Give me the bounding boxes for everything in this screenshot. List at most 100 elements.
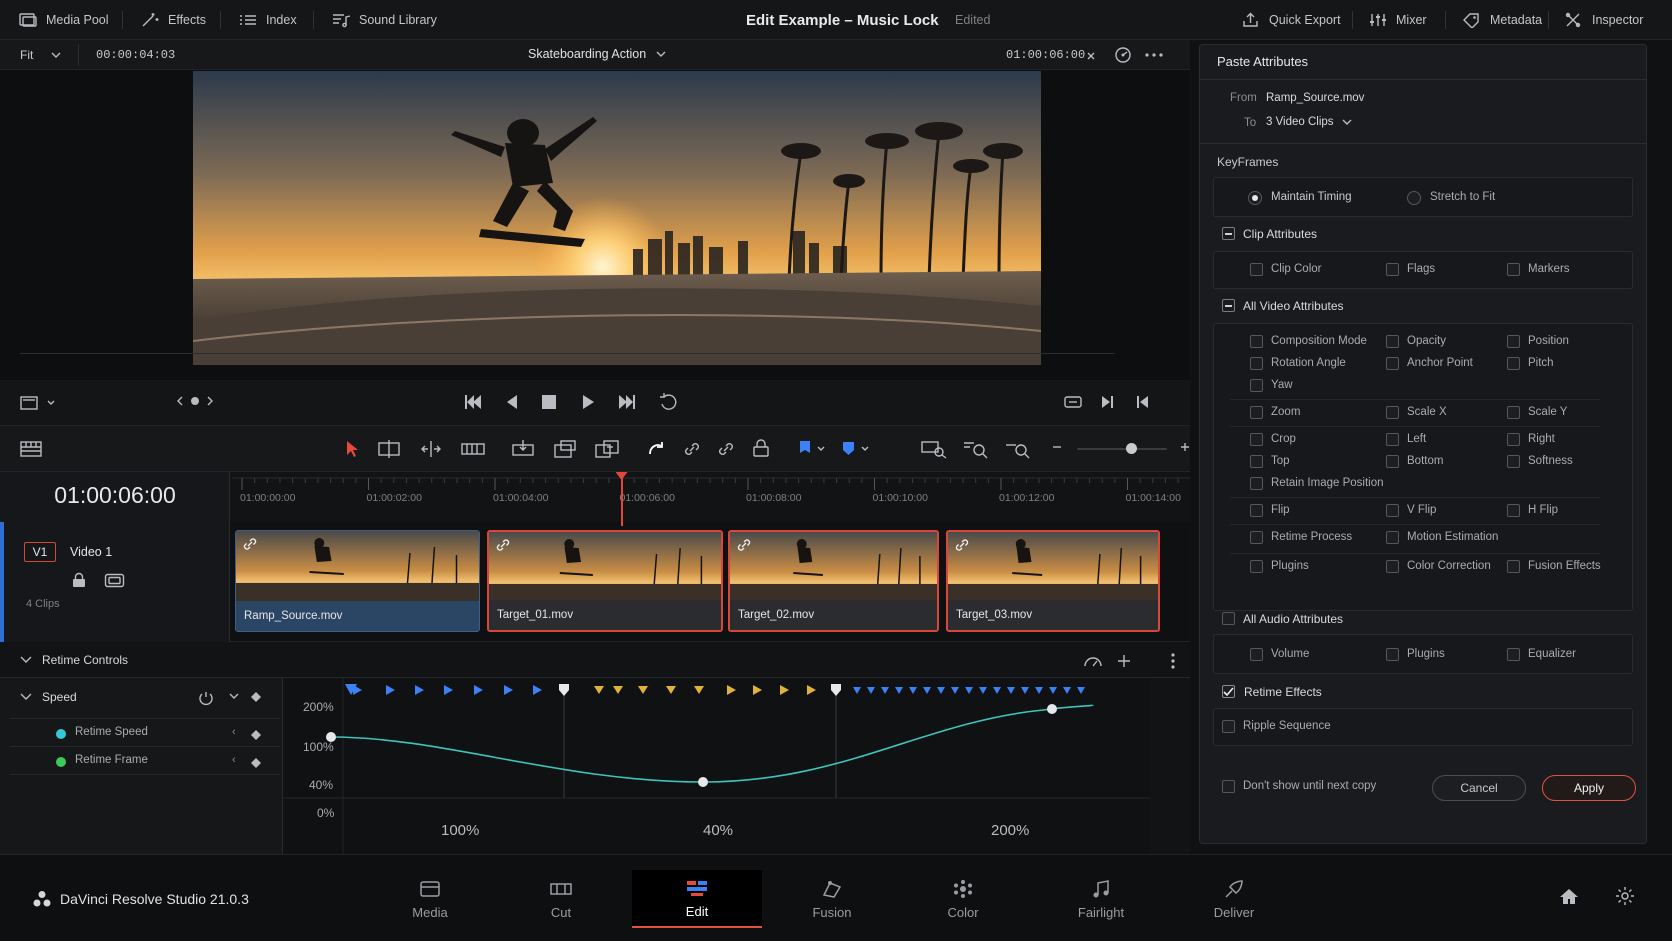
speed-point-marker[interactable] — [1049, 687, 1057, 694]
match-frame-icon[interactable] — [1063, 394, 1083, 410]
more-vertical-icon[interactable] — [1170, 652, 1176, 670]
attribute-checkbox[interactable] — [1250, 379, 1263, 392]
attribute-checkbox[interactable] — [1507, 263, 1520, 276]
attribute-label[interactable]: Composition Mode — [1271, 335, 1367, 347]
attribute-checkbox[interactable] — [1386, 648, 1399, 661]
attribute-label[interactable]: Fusion Effects — [1528, 560, 1601, 572]
attribute-checkbox[interactable] — [1250, 433, 1263, 446]
metadata-button[interactable]: Metadata — [1462, 0, 1542, 40]
dont-show-label[interactable]: Don't show until next copy — [1243, 780, 1376, 792]
speed-point-marker[interactable] — [386, 685, 395, 695]
zoom-select[interactable]: Fit — [20, 48, 61, 62]
step-back-icon[interactable] — [503, 393, 521, 411]
speed-point-marker[interactable] — [1035, 687, 1043, 694]
page-tab-fusion[interactable]: Fusion — [767, 870, 897, 928]
page-tab-deliver[interactable]: Deliver — [1169, 870, 1299, 928]
speed-point-marker[interactable] — [993, 687, 1001, 694]
mixer-button[interactable]: Mixer — [1368, 0, 1427, 40]
attribute-checkbox[interactable] — [1507, 455, 1520, 468]
inspector-button[interactable]: Inspector — [1564, 0, 1643, 40]
auto-track-icon[interactable] — [104, 573, 126, 589]
speed-point-marker[interactable] — [444, 685, 453, 695]
next-edit-icon[interactable] — [1100, 394, 1116, 410]
attribute-checkbox[interactable] — [1386, 406, 1399, 419]
attribute-label[interactable]: V Flip — [1407, 504, 1436, 516]
speed-point-marker[interactable] — [1021, 687, 1029, 694]
speed-point-marker[interactable] — [853, 687, 861, 694]
replace-clip-icon[interactable] — [594, 439, 622, 459]
zoom-full-icon[interactable] — [920, 439, 948, 459]
speed-point-marker[interactable] — [923, 687, 931, 694]
maintain-timing-label[interactable]: Maintain Timing — [1271, 191, 1352, 203]
stretch-to-fit-label[interactable]: Stretch to Fit — [1430, 191, 1495, 203]
keyframe-icon[interactable] — [250, 757, 262, 769]
speed-point-handle[interactable] — [559, 684, 569, 696]
chevron-down-icon[interactable] — [20, 692, 32, 702]
speed-point-marker[interactable] — [474, 685, 483, 695]
attribute-label[interactable]: Flags — [1407, 263, 1435, 275]
attribute-checkbox[interactable] — [1250, 648, 1263, 661]
go-to-end-icon[interactable] — [616, 393, 638, 411]
attribute-label[interactable]: Color Correction — [1407, 560, 1491, 572]
marker-icon[interactable] — [840, 439, 872, 459]
attribute-checkbox[interactable] — [1250, 477, 1263, 490]
attribute-label[interactable]: Scale X — [1407, 406, 1447, 418]
speed-point-marker[interactable] — [867, 687, 875, 694]
attribute-label[interactable]: Opacity — [1407, 335, 1446, 347]
curve-keyframe[interactable] — [1047, 704, 1057, 714]
to-select[interactable]: 3 Video Clips — [1266, 116, 1352, 128]
maintain-timing-radio[interactable] — [1248, 191, 1262, 205]
attribute-checkbox[interactable] — [1386, 433, 1399, 446]
quick-export-button[interactable]: Quick Export — [1241, 0, 1341, 40]
selection-tool-icon[interactable] — [344, 439, 360, 459]
dynamic-trim-icon[interactable] — [418, 439, 444, 459]
speed-curve-editor[interactable]: 200% 100% 40% 0% 100% 40% 200% — [283, 678, 1150, 854]
speed-curve-line[interactable] — [330, 704, 1094, 783]
link-clips-icon[interactable] — [716, 439, 736, 459]
timeline-options-icon[interactable] — [20, 440, 44, 458]
attribute-label[interactable]: Position — [1528, 335, 1569, 347]
attribute-checkbox[interactable] — [1250, 560, 1263, 573]
speed-point-marker[interactable] — [694, 686, 704, 694]
speed-point-marker[interactable] — [1077, 687, 1085, 694]
stretch-to-fit-radio[interactable] — [1407, 191, 1421, 205]
page-tab-cut[interactable]: Cut — [496, 870, 626, 928]
attribute-checkbox[interactable] — [1507, 560, 1520, 573]
timeline-ruler[interactable]: 01:00:06:00 01:00:00:00 01:00:02:00 01:00:… — [0, 472, 1190, 522]
attribute-label[interactable]: Top — [1271, 455, 1290, 467]
page-tab-media[interactable]: Media — [365, 870, 495, 928]
speed-point-marker[interactable] — [909, 687, 917, 694]
zoom-out-icon[interactable] — [1052, 445, 1062, 449]
speed-point-marker[interactable] — [415, 685, 424, 695]
speed-point-marker[interactable] — [937, 687, 945, 694]
page-tab-edit[interactable]: Edit — [632, 870, 762, 928]
linked-selection-icon[interactable] — [682, 439, 702, 459]
speed-point-marker[interactable] — [753, 685, 762, 695]
position-lock-icon[interactable] — [752, 438, 770, 458]
attribute-checkbox[interactable] — [1507, 504, 1520, 517]
attribute-checkbox[interactable] — [1386, 504, 1399, 517]
speed-point-marker[interactable] — [965, 687, 973, 694]
attribute-label[interactable]: Pitch — [1528, 357, 1554, 369]
overwrite-clip-icon[interactable] — [552, 439, 578, 459]
ripple-sequence-checkbox[interactable] — [1222, 720, 1235, 733]
speed-point-marker[interactable] — [638, 686, 648, 694]
attribute-checkbox[interactable] — [1386, 263, 1399, 276]
add-icon[interactable] — [1117, 654, 1131, 668]
attribute-label[interactable]: Equalizer — [1528, 648, 1576, 660]
settings-gear-icon[interactable] — [1615, 886, 1635, 906]
retime-effects-label[interactable]: Retime Effects — [1244, 685, 1322, 699]
attribute-label[interactable]: Plugins — [1271, 560, 1309, 572]
retime-speed-nav[interactable]: ‹ — [232, 726, 236, 738]
attribute-checkbox[interactable] — [1507, 433, 1520, 446]
timeline-clip[interactable]: Ramp_Source.mov — [235, 530, 480, 632]
attribute-label[interactable]: Bottom — [1407, 455, 1443, 467]
attribute-checkbox[interactable] — [1250, 531, 1263, 544]
flag-icon[interactable] — [796, 439, 828, 459]
speed-gauge-icon[interactable] — [1083, 653, 1103, 669]
curve-keyframe[interactable] — [698, 777, 708, 787]
speed-point-marker[interactable] — [613, 686, 623, 694]
attribute-label[interactable]: Anchor Point — [1407, 357, 1473, 369]
attribute-label[interactable]: H Flip — [1528, 504, 1558, 516]
attribute-checkbox[interactable] — [1250, 406, 1263, 419]
